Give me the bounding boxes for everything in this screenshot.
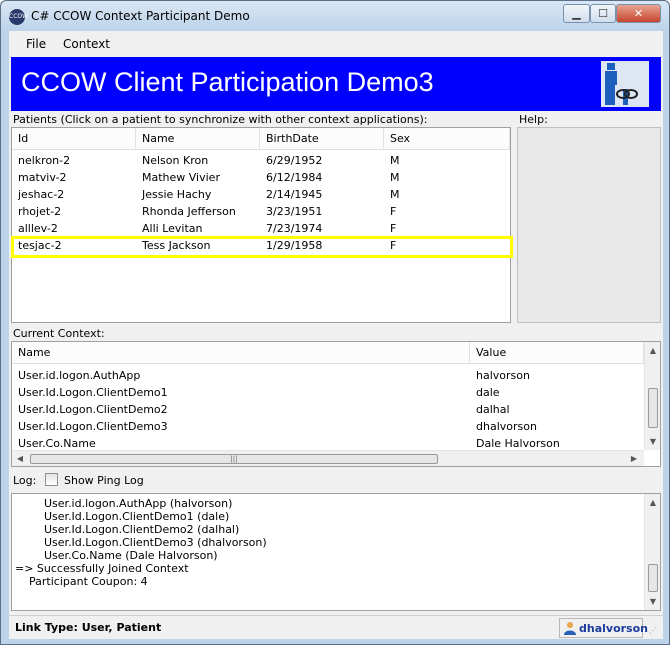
patient-sex: M [390, 188, 400, 201]
log-line: => Successfully Joined Context [15, 562, 189, 575]
client-area: File Context CCOW Client Participation D… [9, 31, 663, 639]
app-window: CCOW C# CCOW Context Participant Demo ▁ … [0, 0, 670, 645]
close-button[interactable]: ✕ [616, 4, 661, 23]
scroll-up-icon[interactable]: ▲ [645, 494, 660, 511]
scroll-thumb[interactable]: ||| [30, 454, 438, 464]
col-sex[interactable]: Sex [384, 128, 510, 150]
patients-grid[interactable]: Id Name BirthDate Sex nelkron-2 Nelson K… [11, 127, 511, 323]
context-value: halvorson [476, 369, 530, 382]
col-context-value[interactable]: Value [470, 342, 644, 364]
patient-id: alllev-2 [18, 222, 58, 235]
ccow-link-logo-icon [601, 61, 649, 107]
patient-id: jeshac-2 [18, 188, 65, 201]
scroll-left-icon[interactable]: ◀ [12, 451, 28, 466]
banner-title: CCOW Client Participation Demo3 [21, 67, 434, 97]
log-line: User.Id.Logon.ClientDemo3 (dhalvorson) [44, 536, 267, 549]
minimize-button[interactable]: ▁ [563, 4, 590, 23]
patient-sex: M [390, 154, 400, 167]
log-line: User.Id.Logon.ClientDemo2 (dalhal) [44, 523, 240, 536]
link-type-status: Link Type: User, Patient [15, 621, 162, 634]
status-bar: Link Type: User, Patient dhalvorson ⋰ [9, 615, 663, 639]
scroll-thumb[interactable] [648, 388, 658, 428]
patients-grid-header: Id Name BirthDate Sex [12, 128, 510, 150]
log-line: User.Id.Logon.ClientDemo1 (dale) [44, 510, 230, 523]
help-label: Help: [519, 113, 548, 126]
patient-id: matviv-2 [18, 171, 67, 184]
log-line: Participant Coupon: 4 [29, 575, 148, 588]
current-user-name: dhalvorson [579, 622, 648, 635]
col-id[interactable]: Id [12, 128, 136, 150]
patient-sex: M [390, 171, 400, 184]
scroll-up-icon[interactable]: ▲ [645, 342, 660, 359]
menu-context[interactable]: Context [63, 37, 110, 51]
log-vertical-scrollbar[interactable]: ▲ ▼ [644, 494, 660, 610]
patient-sex: F [390, 222, 397, 235]
scroll-right-icon[interactable]: ▶ [626, 451, 642, 466]
app-logo-icon: CCOW [9, 9, 28, 25]
table-row[interactable]: alllev-2 Alli Levitan 7/23/1974 F [12, 220, 510, 237]
show-ping-log-checkbox[interactable] [45, 473, 58, 486]
context-horizontal-scrollbar[interactable]: ◀ ||| ▶ [12, 450, 644, 466]
context-vertical-scrollbar[interactable]: ▲ ▼ [644, 342, 660, 450]
col-context-name[interactable]: Name [12, 342, 470, 364]
patient-birthdate: 3/23/1951 [266, 205, 323, 218]
patient-name: Nelson Kron [142, 154, 209, 167]
resize-grip-icon[interactable]: ⋰ [649, 626, 661, 638]
context-name: User.Id.Logon.ClientDemo1 [18, 386, 168, 399]
table-row[interactable]: User.Id.Logon.ClientDemo2 dalhal [12, 401, 644, 418]
help-panel [517, 127, 661, 323]
patient-name: Jessie Hachy [142, 188, 212, 201]
patient-birthdate: 7/23/1974 [266, 222, 323, 235]
table-row[interactable]: User.Id.Logon.ClientDemo3 dhalvorson [12, 418, 644, 435]
patient-name: Mathew Vivier [142, 171, 220, 184]
log-label: Log: [13, 474, 37, 487]
current-context-label: Current Context: [13, 327, 105, 340]
table-row[interactable]: User.id.logon.AuthApp halvorson [12, 367, 644, 384]
patient-birthdate: 2/14/1945 [266, 188, 323, 201]
window-title: C# CCOW Context Participant Demo [31, 9, 250, 23]
menu-bar: File Context [9, 31, 663, 57]
banner: CCOW Client Participation Demo3 [11, 57, 661, 111]
scroll-down-icon[interactable]: ▼ [645, 593, 660, 610]
col-name[interactable]: Name [136, 128, 260, 150]
context-name: User.Id.Logon.ClientDemo3 [18, 420, 168, 433]
current-user-panel: dhalvorson [559, 618, 648, 638]
show-ping-log-label[interactable]: Show Ping Log [64, 474, 144, 487]
table-row[interactable]: User.Id.Logon.ClientDemo1 dale [12, 384, 644, 401]
table-row[interactable]: jeshac-2 Jessie Hachy 2/14/1945 M [12, 186, 510, 203]
context-name: User.id.logon.AuthApp [18, 369, 141, 382]
menu-file[interactable]: File [26, 37, 46, 51]
patient-birthdate: 6/12/1984 [266, 171, 323, 184]
col-birthdate[interactable]: BirthDate [260, 128, 384, 150]
selected-patient-highlight [11, 236, 513, 258]
maximize-button[interactable]: ☐ [590, 4, 616, 23]
context-value: dalhal [476, 403, 510, 416]
log-textbox[interactable]: User.id.logon.AuthApp (halvorson) User.I… [11, 493, 661, 611]
log-line: User.Co.Name (Dale Halvorson) [44, 549, 218, 562]
scroll-down-icon[interactable]: ▼ [645, 433, 660, 450]
patient-id: rhojet-2 [18, 205, 62, 218]
patient-name: Alli Levitan [142, 222, 203, 235]
context-value: dale [476, 386, 500, 399]
context-name: User.Id.Logon.ClientDemo2 [18, 403, 168, 416]
patient-birthdate: 6/29/1952 [266, 154, 323, 167]
title-bar[interactable]: CCOW C# CCOW Context Participant Demo ▁ … [1, 1, 669, 31]
patient-name: Rhonda Jefferson [142, 205, 236, 218]
context-value: dhalvorson [476, 420, 537, 433]
context-grid[interactable]: Name Value User.id.logon.AuthApp halvors… [11, 341, 661, 467]
table-row[interactable]: matviv-2 Mathew Vivier 6/12/1984 M [12, 169, 510, 186]
log-line: User.id.logon.AuthApp (halvorson) [44, 497, 233, 510]
context-grid-header: Name Value [12, 342, 644, 364]
scroll-thumb[interactable] [648, 564, 658, 592]
table-row[interactable]: nelkron-2 Nelson Kron 6/29/1952 M [12, 152, 510, 169]
user-icon [564, 622, 576, 635]
patients-label: Patients (Click on a patient to synchron… [13, 113, 428, 126]
table-row[interactable]: rhojet-2 Rhonda Jefferson 3/23/1951 F [12, 203, 510, 220]
patient-sex: F [390, 205, 397, 218]
patient-id: nelkron-2 [18, 154, 71, 167]
